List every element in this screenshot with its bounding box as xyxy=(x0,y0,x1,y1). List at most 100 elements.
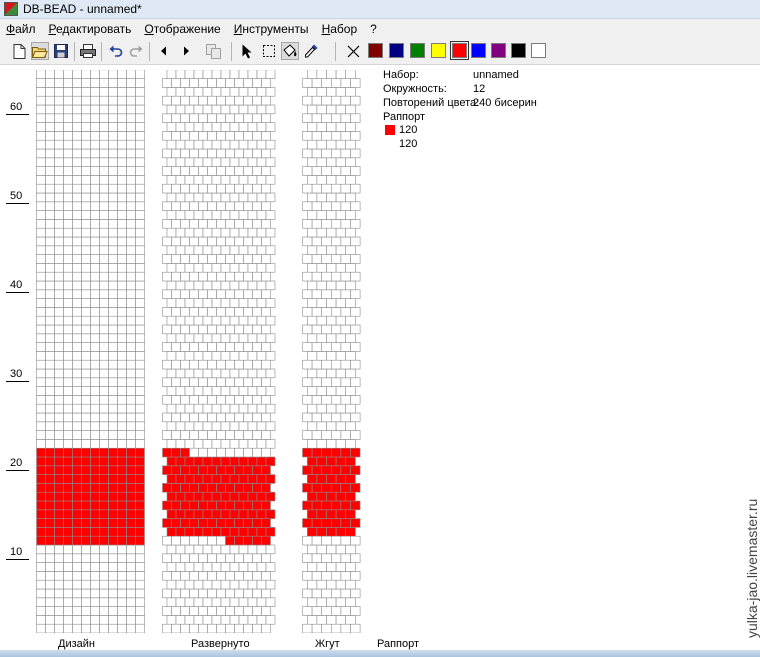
design-bead[interactable] xyxy=(126,280,136,291)
unrolled-bead[interactable] xyxy=(220,597,231,607)
unrolled-bead[interactable] xyxy=(175,298,186,308)
unrolled-bead[interactable] xyxy=(184,439,195,449)
unrolled-bead[interactable] xyxy=(252,183,262,194)
design-bead[interactable] xyxy=(72,245,82,255)
design-bead[interactable] xyxy=(117,333,127,343)
unrolled-bead[interactable] xyxy=(229,421,240,431)
design-bead[interactable] xyxy=(108,368,118,379)
design-bead[interactable] xyxy=(36,324,46,335)
rope-bead[interactable] xyxy=(345,615,356,625)
unrolled-bead[interactable] xyxy=(189,271,199,282)
unrolled-bead[interactable] xyxy=(166,386,177,396)
unrolled-bead[interactable] xyxy=(216,183,226,194)
rope-bead[interactable] xyxy=(335,227,346,238)
design-bead[interactable] xyxy=(126,500,136,511)
design-bead[interactable] xyxy=(45,403,55,414)
design-bead[interactable] xyxy=(135,183,145,194)
unrolled-bead[interactable] xyxy=(189,465,199,475)
design-bead[interactable] xyxy=(117,579,127,590)
rope-bead[interactable] xyxy=(340,359,351,370)
design-bead[interactable] xyxy=(126,588,136,599)
unrolled-bead[interactable] xyxy=(225,254,235,264)
unrolled-bead[interactable] xyxy=(180,359,190,370)
rope-bead[interactable] xyxy=(321,412,332,423)
rope-bead[interactable] xyxy=(326,333,337,343)
unrolled-bead[interactable] xyxy=(198,289,208,299)
unrolled-bead[interactable] xyxy=(220,104,231,115)
design-bead[interactable] xyxy=(36,544,46,555)
unrolled-bead[interactable] xyxy=(211,386,222,396)
rope-bead[interactable] xyxy=(350,588,361,599)
unrolled-bead[interactable] xyxy=(184,351,195,361)
design-bead[interactable] xyxy=(126,509,136,519)
unrolled-bead[interactable] xyxy=(193,386,204,396)
unrolled-bead[interactable] xyxy=(238,157,249,167)
rope-bead[interactable] xyxy=(302,78,313,88)
unrolled-bead[interactable] xyxy=(180,412,190,423)
rope-bead[interactable] xyxy=(311,307,323,317)
design-bead[interactable] xyxy=(126,456,136,467)
rope-bead[interactable] xyxy=(350,483,361,493)
design-bead[interactable] xyxy=(36,500,46,511)
unrolled-bead[interactable] xyxy=(171,447,181,458)
unrolled-bead[interactable] xyxy=(234,395,244,405)
design-bead[interactable] xyxy=(126,219,136,229)
unrolled-bead[interactable] xyxy=(189,166,199,176)
unrolled-bead[interactable] xyxy=(247,562,258,572)
design-bead[interactable] xyxy=(99,553,109,563)
unrolled-bead[interactable] xyxy=(252,113,262,123)
design-bead[interactable] xyxy=(99,157,109,167)
unrolled-bead[interactable] xyxy=(216,166,226,176)
unrolled-bead[interactable] xyxy=(247,509,258,519)
design-bead[interactable] xyxy=(72,263,82,273)
unrolled-bead[interactable] xyxy=(162,324,172,335)
design-bead[interactable] xyxy=(99,351,109,361)
design-bead[interactable] xyxy=(108,403,118,414)
rope-bead[interactable] xyxy=(326,579,337,590)
design-bead[interactable] xyxy=(54,263,64,273)
rope-bead[interactable] xyxy=(350,465,361,475)
unrolled-bead[interactable] xyxy=(247,421,258,431)
design-bead[interactable] xyxy=(117,148,127,159)
design-bead[interactable] xyxy=(45,368,55,379)
design-bead[interactable] xyxy=(135,386,145,396)
rope-bead[interactable] xyxy=(316,157,327,167)
design-bead[interactable] xyxy=(54,131,64,141)
unrolled-bead[interactable] xyxy=(193,615,204,625)
design-bead[interactable] xyxy=(90,113,100,123)
unrolled-bead[interactable] xyxy=(162,183,172,194)
unrolled-bead[interactable] xyxy=(184,280,195,291)
unrolled-bead[interactable] xyxy=(162,518,172,528)
unrolled-bead[interactable] xyxy=(261,500,271,511)
unrolled-bead[interactable] xyxy=(256,192,267,203)
unrolled-bead[interactable] xyxy=(256,157,267,167)
design-bead[interactable] xyxy=(72,210,82,220)
rope-bead[interactable] xyxy=(311,95,323,106)
rope-bead[interactable] xyxy=(307,474,318,484)
design-bead[interactable] xyxy=(81,342,91,352)
design-bead[interactable] xyxy=(90,271,100,282)
design-bead[interactable] xyxy=(81,456,91,467)
design-bead[interactable] xyxy=(63,456,73,467)
design-bead[interactable] xyxy=(99,219,109,229)
unrolled-bead[interactable] xyxy=(202,456,213,467)
unrolled-bead[interactable] xyxy=(265,333,276,343)
unrolled-bead[interactable] xyxy=(216,465,226,475)
design-bead[interactable] xyxy=(126,298,136,308)
rope-bead[interactable] xyxy=(330,148,342,159)
unrolled-bead[interactable] xyxy=(238,333,249,343)
menu-tools[interactable]: Инструменты xyxy=(234,22,309,36)
rope-bead[interactable] xyxy=(340,78,351,88)
design-bead[interactable] xyxy=(54,236,64,247)
rope-bead[interactable] xyxy=(311,183,323,194)
rope-bead[interactable] xyxy=(350,500,361,511)
design-bead[interactable] xyxy=(72,236,82,247)
rope-bead[interactable] xyxy=(335,139,346,150)
unrolled-bead[interactable] xyxy=(243,131,253,141)
unrolled-bead[interactable] xyxy=(175,527,186,537)
design-bead[interactable] xyxy=(135,122,145,132)
design-bead[interactable] xyxy=(108,500,118,511)
design-bead[interactable] xyxy=(63,175,73,185)
unrolled-bead[interactable] xyxy=(216,271,226,282)
unrolled-bead[interactable] xyxy=(175,192,186,203)
